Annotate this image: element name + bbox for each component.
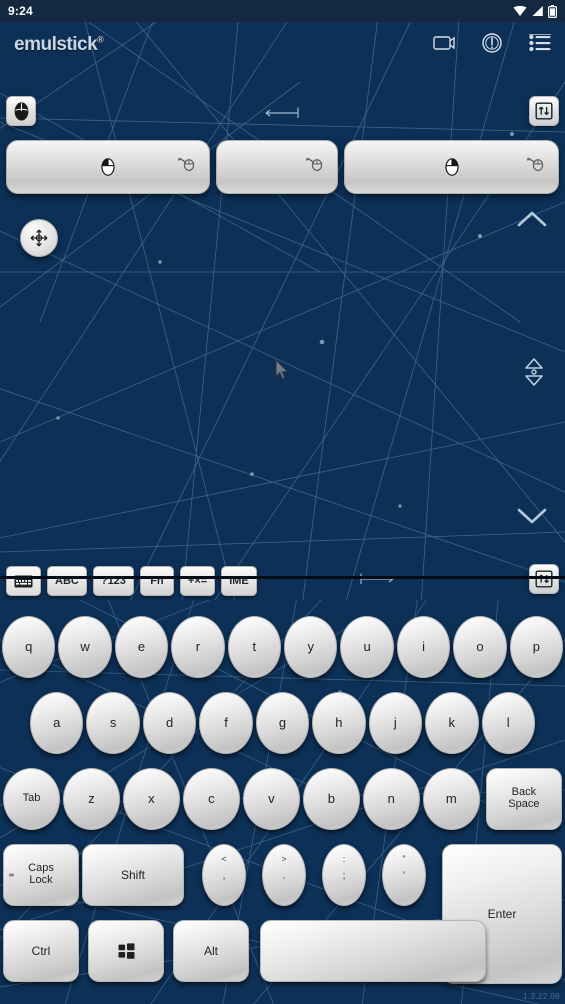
pan-button[interactable]: [20, 219, 58, 257]
scroll-toggle-top-button[interactable]: [529, 96, 559, 126]
touchpad-panel[interactable]: emulstick® ABC ?123 Fn +×= IME: [0, 22, 565, 600]
windows-icon: [118, 943, 134, 959]
tool-abc-button[interactable]: ABC: [47, 566, 87, 596]
key-row-1: q w e r t y u i o p: [0, 616, 565, 678]
key-r[interactable]: r: [171, 616, 225, 678]
wifi-icon: [513, 5, 527, 17]
key-row-2: a s d f g h j k l: [0, 692, 565, 754]
key-ctrl[interactable]: Ctrl: [3, 920, 79, 982]
key-row-5: Ctrl Alt: [0, 920, 489, 982]
mouse-right-button[interactable]: [344, 140, 559, 194]
key-y[interactable]: y: [284, 616, 338, 678]
key-quote[interactable]: ” ’: [382, 844, 426, 906]
key-k[interactable]: k: [425, 692, 479, 754]
key-t[interactable]: t: [227, 616, 282, 678]
mouse-mode-icon: [14, 101, 28, 121]
tool-keyboard-button[interactable]: [6, 566, 41, 596]
app-logo-registered: ®: [97, 34, 104, 45]
key-j[interactable]: j: [368, 692, 423, 754]
vertical-toggle-icon: [535, 102, 553, 120]
list-menu-icon[interactable]: [529, 33, 551, 57]
key-f[interactable]: f: [199, 692, 253, 754]
caps-lock-indicator: [9, 873, 14, 877]
key-b[interactable]: b: [302, 768, 360, 830]
chevron-down-icon: [517, 508, 547, 524]
key-o[interactable]: o: [453, 616, 507, 678]
scroll-down-chevron[interactable]: [517, 508, 547, 530]
tool-symbols-button[interactable]: ?123: [92, 566, 134, 596]
tool-math-button[interactable]: +×=: [179, 566, 216, 596]
key-p[interactable]: p: [509, 616, 564, 678]
key-d[interactable]: d: [142, 692, 197, 754]
key-row-3: Tab z x c v b n m Back Space: [0, 768, 565, 830]
key-i[interactable]: i: [396, 616, 451, 678]
key-w[interactable]: w: [58, 616, 112, 678]
key-u[interactable]: u: [340, 616, 394, 678]
app-logo: emulstick®: [14, 34, 104, 56]
key-h[interactable]: h: [312, 692, 366, 754]
key-c[interactable]: c: [182, 768, 240, 830]
mouse-lock-icon[interactable]: [306, 157, 323, 177]
signal-icon: [532, 6, 543, 16]
key-a[interactable]: a: [30, 692, 84, 754]
key-s[interactable]: s: [86, 692, 140, 754]
mouse-mode-button[interactable]: [6, 96, 36, 126]
key-q[interactable]: q: [2, 616, 56, 678]
key-alt[interactable]: Alt: [173, 920, 249, 982]
device-screen-icon[interactable]: [433, 35, 455, 56]
status-system-icons: [513, 4, 557, 18]
key-z[interactable]: z: [62, 768, 120, 830]
key-tab[interactable]: Tab: [3, 768, 60, 830]
key-v[interactable]: v: [242, 768, 300, 830]
battery-icon: [548, 4, 557, 18]
app-header: emulstick®: [0, 22, 565, 68]
scroll-thumb[interactable]: [523, 358, 545, 391]
key-caps-lock[interactable]: Caps Lock: [3, 844, 79, 906]
key-l[interactable]: l: [481, 692, 535, 754]
mouse-cursor: [275, 358, 289, 385]
key-shift[interactable]: Shift: [82, 844, 184, 906]
mouse-right-icon: [444, 158, 459, 176]
key-comma[interactable]: < ,: [202, 844, 246, 906]
pan-move-icon: [30, 229, 48, 247]
key-semicolon[interactable]: : ;: [322, 844, 366, 906]
app-logo-text: emulstick: [14, 34, 98, 55]
key-space[interactable]: [260, 920, 486, 982]
panel-divider: [0, 576, 565, 579]
virtual-keyboard[interactable]: q w e r t y u i o p a s d f g h j k l Ta…: [0, 600, 565, 1004]
mouse-middle-button[interactable]: [216, 140, 338, 194]
key-g[interactable]: g: [255, 692, 310, 754]
key-e[interactable]: e: [114, 616, 169, 678]
scroll-toggle-bottom-button[interactable]: [529, 564, 559, 594]
key-backspace[interactable]: Back Space: [485, 768, 562, 830]
info-circle-icon[interactable]: [481, 32, 503, 59]
mouse-lock-icon[interactable]: [178, 157, 195, 177]
keyboard-tool-strip: ABC ?123 Fn +×= IME: [0, 562, 565, 600]
resize-horizontal-icon: [265, 107, 299, 118]
vertical-toggle-icon: [535, 570, 553, 588]
mouse-left-icon: [101, 158, 115, 176]
mouse-button-bar: [0, 140, 565, 194]
status-bar: 9:24: [0, 0, 565, 22]
chevron-up-icon: [517, 211, 547, 227]
tool-fn-button[interactable]: Fn: [139, 566, 174, 596]
drag-hint-top: [265, 106, 301, 124]
key-n[interactable]: n: [362, 768, 420, 830]
scroll-up-chevron[interactable]: [517, 210, 547, 232]
mouse-left-button[interactable]: [6, 140, 210, 194]
key-period[interactable]: > .: [262, 844, 306, 906]
header-icon-group: [433, 32, 551, 59]
status-clock: 9:24: [8, 4, 33, 18]
key-x[interactable]: x: [122, 768, 180, 830]
tool-ime-button[interactable]: IME: [221, 566, 257, 596]
mouse-lock-icon[interactable]: [527, 157, 544, 177]
version-label: 1.3.22.06: [523, 992, 560, 1001]
key-windows[interactable]: [88, 920, 164, 982]
scroll-thumb-icon: [525, 358, 543, 386]
key-m[interactable]: m: [422, 768, 480, 830]
